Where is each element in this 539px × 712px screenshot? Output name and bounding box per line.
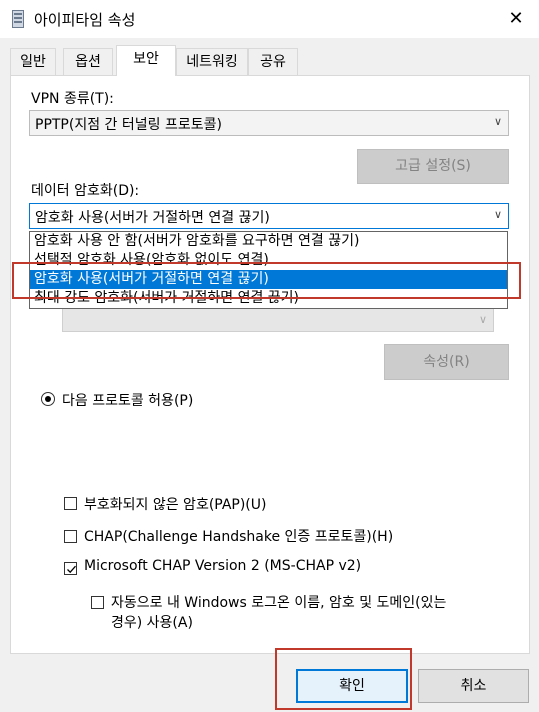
tab-security[interactable]: 보안 [116,45,176,76]
cancel-button[interactable]: 취소 [418,669,529,703]
chevron-down-icon: ∨ [493,115,502,128]
ok-button[interactable]: 확인 [296,669,408,703]
encryption-value: 암호화 사용(서버가 거절하면 연결 끊기) [35,210,270,226]
advanced-settings-button[interactable]: 고급 설정(S) [357,149,509,184]
auto-logon-checkbox[interactable] [91,596,104,609]
close-icon: ✕ [508,8,524,29]
chevron-down-icon: ∨ [478,313,487,326]
vpn-type-label: VPN 종류(T): [31,91,114,107]
tab-sharing[interactable]: 공유 [248,48,298,75]
tab-sharing-label: 공유 [260,54,286,70]
vpn-type-select[interactable]: PPTP(지점 간 터널링 프로토콜) ∨ [29,110,509,136]
properties-button[interactable]: 속성(R) [384,344,509,380]
tab-options[interactable]: 옵션 [63,48,113,75]
mschap-v2-label: Microsoft CHAP Version 2 (MS-CHAP v2) [84,558,362,574]
auto-logon-label-line1: 자동으로 내 Windows 로그온 이름, 암호 및 도메인(있는 [111,595,447,611]
encryption-option-selected[interactable]: 암호화 사용(서버가 거절하면 연결 끊기) [30,270,507,289]
encryption-option[interactable]: 선택적 암호화 사용(암호화 없이도 연결) [30,251,507,270]
radio-dot [45,396,51,402]
pap-label: 부호화되지 않은 암호(PAP)(U) [84,497,267,513]
mschap-v2-checkbox[interactable] [64,562,77,575]
auto-logon-label-line2: 경우) 사용(A) [111,615,193,631]
encryption-select[interactable]: 암호화 사용(서버가 거절하면 연결 끊기) ∨ [29,203,509,229]
encryption-option[interactable]: 최대 강도 암호화(서버가 거절하면 연결 끊기) [30,289,507,308]
tab-general-label: 일반 [20,54,46,70]
properties-label: 속성(R) [423,354,470,370]
encryption-label: 데이터 암호화(D): [31,183,140,199]
encryption-option[interactable]: 암호화 사용 안 함(서버가 암호화를 요구하면 연결 끊기) [30,232,507,251]
tab-general[interactable]: 일반 [10,48,56,75]
title-bar: 아이피타임 속성 ✕ [0,0,539,38]
chap-label: CHAP(Challenge Handshake 인증 프로토콜)(H) [84,529,394,545]
authentication-select[interactable]: ∨ [62,308,494,332]
pap-checkbox[interactable] [64,497,77,510]
vpn-type-value: PPTP(지점 간 터널링 프로토콜) [35,117,222,133]
encryption-dropdown-list: 암호화 사용 안 함(서버가 암호화를 요구하면 연결 끊기) 선택적 암호화 … [29,231,508,309]
checkmark-icon [67,565,76,574]
cancel-label: 취소 [460,678,487,694]
tab-networking[interactable]: 네트워킹 [176,48,248,75]
tab-options-label: 옵션 [75,54,101,70]
allow-protocols-radio[interactable] [41,392,55,406]
tab-networking-label: 네트워킹 [186,54,238,70]
advanced-settings-label: 고급 설정(S) [395,158,471,174]
network-connection-icon [12,10,24,28]
ok-label: 확인 [339,678,365,694]
close-button[interactable]: ✕ [493,0,539,38]
allow-protocols-label: 다음 프로토콜 허용(P) [62,393,194,409]
chap-checkbox[interactable] [64,530,77,543]
chevron-down-icon: ∨ [493,208,502,221]
tab-security-label: 보안 [133,51,159,67]
window-title: 아이피타임 속성 [34,11,136,29]
